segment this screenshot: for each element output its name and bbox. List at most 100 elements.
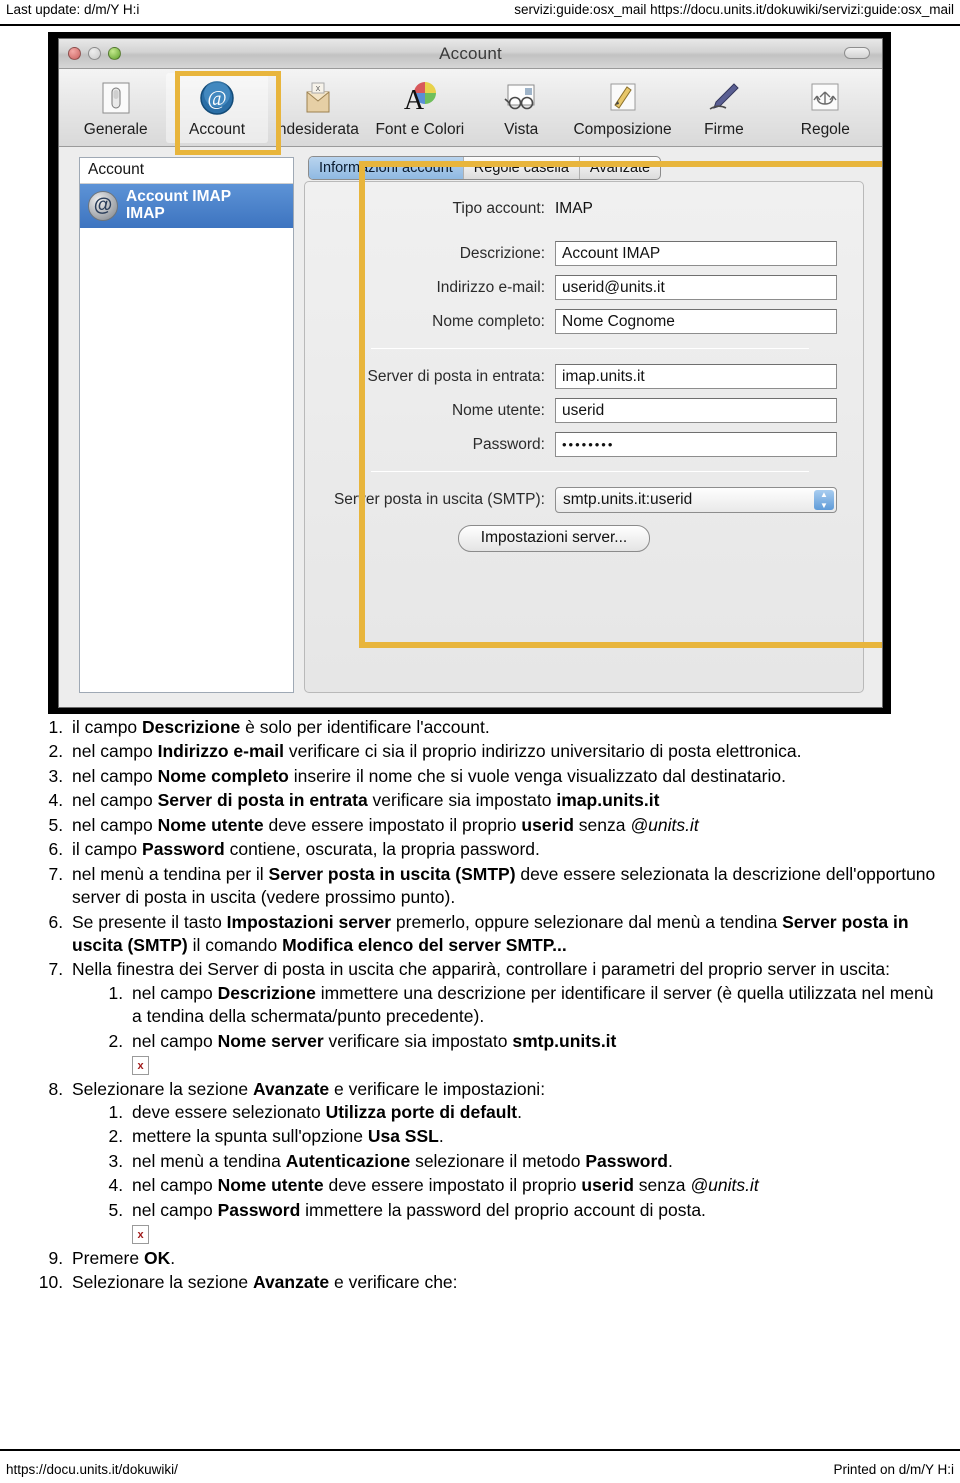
tab-informazioni-account[interactable]: Informazioni account <box>309 157 464 179</box>
emphasis-text: Descrizione <box>217 982 316 1003</box>
svg-text:X: X <box>316 86 321 93</box>
toolbar-item-account[interactable]: @ Account <box>166 73 268 143</box>
junk-mail-icon: X <box>298 77 338 119</box>
emphasis-text: Server posta in uscita (SMTP) <box>268 863 516 884</box>
instruction-sublist: nel campo Descrizione immettere una desc… <box>102 982 946 1077</box>
tab-regole-casella[interactable]: Regole casella <box>464 157 580 179</box>
window-body: Account @ Account IMAP IMAP Informazioni… <box>59 147 882 707</box>
instruction-item: il campo Password contiene, oscurata, la… <box>68 838 946 861</box>
input-nome-completo[interactable]: Nome Cognome <box>555 309 837 334</box>
footer-printed-on: Printed on d/m/Y H:i <box>833 1461 954 1477</box>
toolbar-item-generale[interactable]: Generale <box>65 73 166 143</box>
instruction-item: deve essere selezionato Utilizza porte d… <box>128 1101 946 1124</box>
emphasis-text: Nome completo <box>157 765 289 786</box>
label-password: Password: <box>472 435 545 453</box>
server-settings-row: Impostazioni server... <box>305 525 837 552</box>
screenshot-figure: Account Generale @ Account X ndesiderata… <box>48 32 891 714</box>
pane-tabs[interactable]: Informazioni account Regole casella Avan… <box>304 155 864 181</box>
instruction-item: il campo Descrizione è solo per identifi… <box>68 716 946 739</box>
emphasis-text: Server di posta in entrata <box>157 790 368 811</box>
toolbar-toggle-button[interactable] <box>844 47 870 59</box>
tab-avanzate[interactable]: Avanzate <box>580 157 660 179</box>
field-row-descrizione: Descrizione: Account IMAP <box>305 241 837 266</box>
input-indirizzo-email[interactable]: userid@units.it <box>555 275 837 300</box>
toolbar-item-vista[interactable]: Vista <box>471 73 572 143</box>
emphasis-text: Password <box>585 1150 668 1171</box>
input-nome-utente[interactable]: userid <box>555 398 837 423</box>
fountain-pen-icon <box>704 77 744 119</box>
instruction-item: nel menù a tendina per il Server posta i… <box>68 863 946 910</box>
toolbar-item-regole[interactable]: Regole <box>775 73 876 143</box>
instruction-item: nel campo Nome server verificare sia imp… <box>128 1030 946 1077</box>
instruction-item: nel menù a tendina Autenticazione selezi… <box>128 1150 946 1173</box>
emphasis-text: Password <box>217 1199 301 1220</box>
account-pane: Informazioni account Regole casella Avan… <box>304 155 864 693</box>
label-tipo-account: Tipo account: <box>452 200 545 217</box>
input-server-entrata[interactable]: imap.units.it <box>555 364 837 389</box>
rules-arrows-icon <box>805 77 845 119</box>
glasses-icon <box>501 77 541 119</box>
form-divider-2 <box>371 471 809 472</box>
label-nome-utente: Nome utente: <box>451 401 545 419</box>
broken-image-icon: x <box>132 1225 149 1245</box>
select-smtp-server[interactable]: smtp.units.it:userid ▲ ▼ <box>555 487 837 513</box>
emphasis-text: Nome utente <box>217 1175 324 1196</box>
instruction-item: nel campo Indirizzo e-mail verificare ci… <box>68 740 946 763</box>
emphasis-text: smtp.units.it <box>512 1030 617 1051</box>
toolbar-label: Regole <box>800 121 850 138</box>
instruction-sublist: deve essere selezionato Utilizza porte d… <box>102 1101 946 1246</box>
sidebar-item-account-imap[interactable]: @ Account IMAP IMAP <box>80 184 293 229</box>
field-row-nome-utente: Nome utente: userid <box>305 398 837 423</box>
sidebar-header: Account <box>80 158 293 184</box>
toolbar-label: Firme <box>704 121 744 138</box>
toolbar-item-font-e-colori[interactable]: A Font e Colori <box>369 73 470 143</box>
instruction-item: mettere la spunta sull'opzione Usa SSL. <box>128 1125 946 1148</box>
header-breadcrumb: servizi:guide:osx_mail https://docu.unit… <box>514 2 954 17</box>
preferences-toolbar[interactable]: Generale @ Account X ndesiderata A Font … <box>59 69 882 147</box>
instructions-content: il campo Descrizione è solo per identifi… <box>0 716 960 1439</box>
window-title: Account <box>439 43 502 63</box>
label-server-entrata: Server di posta in entrata: <box>367 367 546 385</box>
field-row-indirizzo-email: Indirizzo e-mail: userid@units.it <box>305 275 837 300</box>
instruction-item: Se presente il tasto Impostazioni server… <box>68 911 946 958</box>
instruction-item: Nella finestra dei Server di posta in us… <box>68 958 946 1076</box>
svg-text:A: A <box>404 85 425 116</box>
value-tipo-account: IMAP <box>555 200 593 217</box>
broken-image-icon: x <box>132 1056 149 1075</box>
emphasis-text: Indirizzo e-mail <box>157 741 285 762</box>
input-password[interactable]: •••••••• <box>555 432 837 457</box>
italic-text: @units.it <box>690 1175 759 1196</box>
font-color-icon: A <box>400 77 440 119</box>
instruction-item: nel campo Nome utente deve essere impost… <box>68 814 946 837</box>
emphasis-text: Utilizza porte di default <box>325 1102 518 1122</box>
svg-text:@: @ <box>207 86 226 110</box>
toolbar-label: Font e Colori <box>375 121 465 138</box>
chevron-updown-icon: ▲ ▼ <box>814 490 834 510</box>
pencil-icon <box>603 77 643 119</box>
instruction-item: nel campo Password immettere la password… <box>128 1199 946 1246</box>
field-row-server-entrata: Server di posta in entrata: imap.units.i… <box>305 364 837 389</box>
impostazioni-server-button[interactable]: Impostazioni server... <box>457 525 651 552</box>
emphasis-text: Nome server <box>217 1030 324 1051</box>
toolbar-item-composizione[interactable]: Composizione <box>572 73 673 143</box>
toolbar-item-indesiderata[interactable]: X ndesiderata <box>268 73 369 143</box>
field-row-nome-completo: Nome completo: Nome Cognome <box>305 309 837 334</box>
accounts-sidebar[interactable]: Account @ Account IMAP IMAP <box>79 157 294 693</box>
toolbar-label: ndesiderata <box>277 121 359 138</box>
instruction-item: Selezionare la sezione Avanzate e verifi… <box>68 1271 946 1294</box>
label-indirizzo-email: Indirizzo e-mail: <box>436 278 545 296</box>
window-titlebar: Account <box>59 39 882 69</box>
toolbar-label: Vista <box>504 121 539 138</box>
emphasis-text: userid <box>581 1175 634 1196</box>
emphasis-text: Usa SSL <box>367 1126 439 1147</box>
emphasis-text: Avanzate <box>252 1272 330 1293</box>
toolbar-item-firme[interactable]: Firme <box>673 73 774 143</box>
instruction-item: nel campo Nome completo inserire il nome… <box>68 765 946 788</box>
footer-url: https://docu.units.it/dokuwiki/ <box>6 1461 178 1477</box>
mail-preferences-window: Account Generale @ Account X ndesiderata… <box>58 38 883 708</box>
page-footer: https://docu.units.it/dokuwiki/ Printed … <box>0 1449 960 1483</box>
input-descrizione[interactable]: Account IMAP <box>555 241 837 266</box>
toolbar-label: Account <box>189 121 246 138</box>
account-info-panel: Tipo account: IMAP Descrizione: Account … <box>304 181 864 693</box>
sidebar-account-name: Account IMAP <box>126 188 232 205</box>
